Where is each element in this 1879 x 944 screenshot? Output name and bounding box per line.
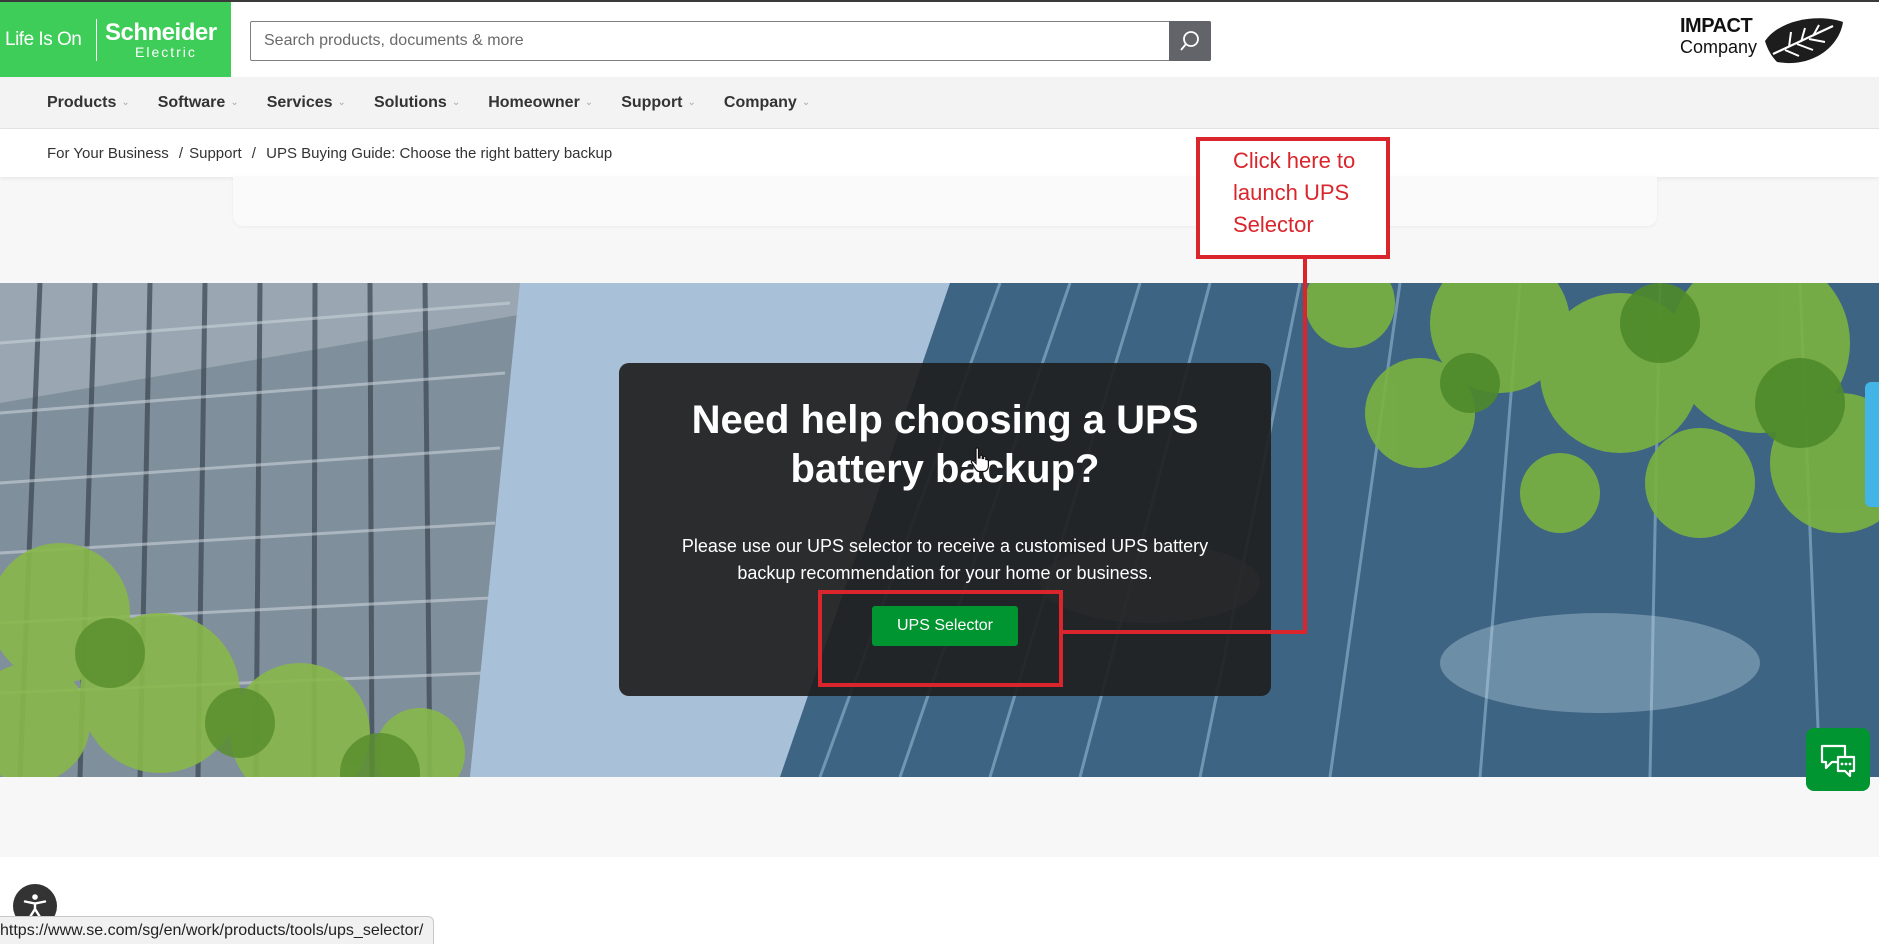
annotation-highlight-box (818, 590, 1063, 687)
logo-divider (96, 18, 97, 61)
breadcrumb-item-business[interactable]: For Your Business (47, 145, 169, 162)
annotation-connector-vertical (1303, 257, 1307, 634)
nav-item-company[interactable]: Company ⌄ (724, 94, 810, 112)
content-card-bottom (233, 176, 1657, 226)
chevron-down-icon: ⌄ (451, 97, 461, 108)
chevron-down-icon: ⌄ (121, 97, 130, 108)
main-nav: Products ⌄ Software ⌄ Services ⌄ Solutions ⌄… (0, 77, 1879, 129)
logo-brand: Schneider Electric (105, 18, 217, 60)
hero-description: Please use our UPS selector to receive a… (681, 536, 1209, 583)
chevron-down-icon: ⌄ (230, 97, 239, 108)
hand-cursor-icon (970, 447, 989, 473)
search-button[interactable] (1169, 21, 1211, 61)
impact-line2: Company (1680, 36, 1758, 57)
impact-text: IMPACT Company (1680, 15, 1758, 57)
impact-line1: IMPACT (1680, 15, 1753, 37)
nav-label: Solutions (373, 93, 447, 111)
logo-brand-name: Schneider (105, 18, 217, 46)
chevron-down-icon: ⌄ (801, 97, 811, 108)
nav-label: Support (621, 93, 683, 111)
top-bar: Life Is On Schneider Electric IMPACT Com… (0, 0, 1879, 77)
breadcrumb-item-support[interactable]: Support (189, 145, 242, 162)
chat-button[interactable] (1806, 728, 1870, 791)
search-input[interactable] (250, 21, 1211, 61)
chevron-down-icon: ⌄ (687, 97, 696, 108)
search-icon (1180, 31, 1199, 51)
feedback-tab[interactable] (1865, 382, 1879, 507)
nav-item-services[interactable]: Services ⌄ (267, 94, 346, 112)
breadcrumb-separator: / (247, 144, 261, 162)
chevron-down-icon: ⌄ (337, 97, 346, 108)
nav-label: Homeowner (488, 93, 580, 111)
nav-label: Company (723, 93, 797, 111)
logo-brand-sub: Electric (135, 43, 197, 60)
link-preview-status-bar: https://www.se.com/sg/en/work/products/t… (0, 916, 435, 944)
chevron-down-icon: ⌄ (584, 97, 594, 108)
annotation-callout: Click here to launch UPS Selector (1196, 137, 1390, 259)
breadcrumb-separator: / (174, 144, 184, 162)
logo-tagline: Life Is On (5, 28, 82, 50)
chat-icon (1820, 744, 1856, 777)
schneider-logo[interactable]: Life Is On Schneider Electric (0, 2, 231, 77)
breadcrumb-item-current: UPS Buying Guide: Choose the right batte… (266, 144, 613, 162)
hero-banner: Need help choosing a UPS battery backup?… (0, 283, 1879, 777)
nav-item-support[interactable]: Support ⌄ (621, 94, 696, 112)
nav-item-products[interactable]: Products ⌄ (47, 94, 130, 112)
impact-company-badge[interactable]: IMPACT Company (1678, 14, 1844, 68)
nav-label: Products (47, 93, 117, 111)
nav-item-software[interactable]: Software ⌄ (158, 94, 239, 112)
nav-label: Software (157, 93, 226, 111)
hero-title: Need help choosing a UPS battery backup? (691, 398, 1199, 491)
nav-item-solutions[interactable]: Solutions ⌄ (374, 94, 460, 112)
nav-label: Services (266, 93, 333, 111)
nav-item-homeowner[interactable]: Homeowner ⌄ (488, 94, 593, 112)
annotation-connector-horizontal (1063, 630, 1307, 634)
leaf-icon (1765, 18, 1843, 64)
breadcrumb: For Your Business / Support / UPS Buying… (0, 129, 1879, 177)
